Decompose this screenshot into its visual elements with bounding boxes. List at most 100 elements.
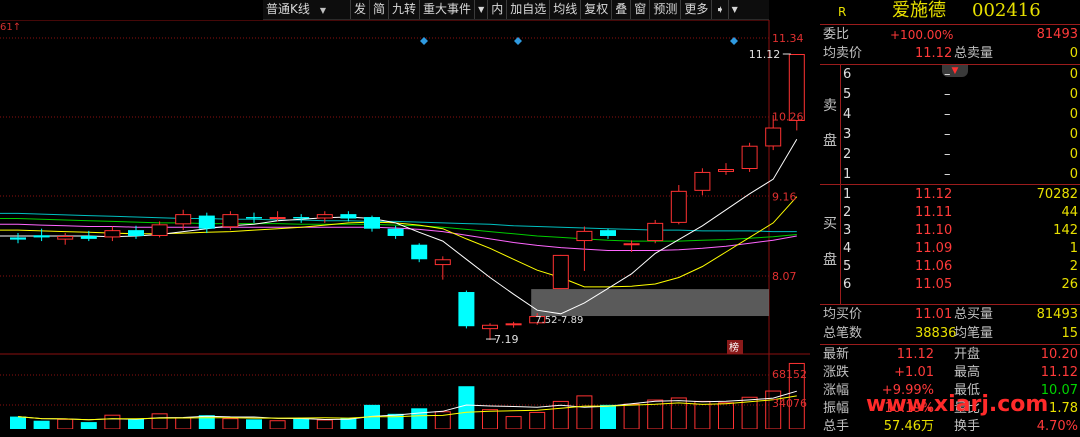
candle-body — [576, 230, 593, 242]
volume-bar — [222, 418, 239, 429]
order-price: – — [944, 167, 951, 182]
sell-order-row[interactable]: 3 – 0 — [820, 125, 1080, 145]
volume-ma-10-line — [17, 395, 797, 421]
quote-label: 涨幅 — [823, 383, 850, 398]
toolbar-dropdown-icon[interactable]: ▼ — [729, 0, 741, 19]
volume-bar — [694, 400, 711, 429]
candle-body — [10, 237, 26, 240]
order-volume: 44 — [1061, 205, 1078, 220]
toolbar-button-nei[interactable]: 内 — [488, 0, 508, 19]
quote-value: +1.01 — [894, 365, 934, 380]
volume-bar — [175, 417, 192, 429]
kline-chart[interactable]: 11.34 10.26 9.16 8.07 68152 34076 11.12 7.19 7.… — [0, 20, 810, 429]
avg-buy-label: 均买价 — [823, 307, 863, 322]
volume-bar — [623, 403, 640, 429]
order-volume: 0 — [1069, 87, 1078, 102]
toolbar-button-add-watchlist[interactable]: 加自选 — [507, 0, 551, 19]
sell-order-row[interactable]: 2 – 0 — [820, 145, 1080, 165]
candle-body — [57, 235, 74, 240]
toolbar-button-overlay[interactable]: 叠 — [612, 0, 632, 19]
candle — [198, 212, 215, 234]
candle — [10, 233, 26, 244]
price-tick-label: 9.16 — [772, 191, 797, 204]
sell-order-row[interactable]: 5 – 0 — [820, 85, 1080, 105]
volume-bar — [269, 420, 286, 429]
candle-body — [80, 235, 97, 239]
support-zone — [531, 289, 769, 317]
candle-body — [694, 171, 711, 191]
volume-bar — [505, 416, 522, 429]
low-price-label: 7.19 — [494, 333, 519, 346]
order-price: – — [944, 67, 951, 82]
avg-buy-value: 11.01 — [915, 307, 953, 322]
quote-value-2: 11.12 — [1040, 365, 1078, 380]
order-level: 2 — [843, 205, 852, 220]
volume-bar — [482, 409, 498, 429]
total-trades-label: 总笔数 — [823, 326, 863, 341]
moving-average-lines — [0, 138, 798, 315]
volume-bar — [104, 414, 121, 429]
volume-bar — [576, 395, 593, 429]
kline-type-dropdown[interactable]: 普通K线 ▼ — [263, 0, 351, 19]
toolbar-button-jian[interactable]: 简 — [370, 0, 390, 19]
candle-body — [552, 254, 569, 290]
toolbar-button-more[interactable]: 更多 — [681, 0, 713, 19]
weicha-value: 81493 — [1036, 27, 1078, 42]
order-level: 6 — [843, 277, 852, 292]
candle — [246, 212, 262, 223]
toolbar-button-adjust[interactable]: 复权 — [581, 0, 613, 19]
total-trades-value: 38836 — [915, 326, 957, 341]
toolbar-button-forecast[interactable]: 预测 — [650, 0, 682, 19]
volume-tick-label: 34076 — [772, 397, 807, 410]
volume-bar — [600, 404, 616, 429]
candle-body — [387, 228, 404, 236]
candle — [600, 228, 616, 239]
volume-tick-label: 68152 — [772, 368, 807, 381]
chart-grid — [0, 20, 810, 429]
candle-body — [411, 244, 428, 260]
price-tick-label: 11.34 — [772, 32, 804, 45]
candle — [434, 256, 451, 280]
total-sell-value: 0 — [1069, 46, 1078, 61]
toolbar-button-fa[interactable]: 发 — [351, 0, 371, 19]
toolbar-button-major-events[interactable]: 重大事件 — [420, 0, 476, 19]
buy-order-row[interactable]: 3 11.10 142 — [820, 221, 1080, 241]
candle — [104, 226, 121, 242]
quote-label: 振幅 — [823, 401, 850, 416]
buy-order-row[interactable]: 5 11.06 2 — [820, 257, 1080, 277]
stock-code: 002416 — [972, 0, 1041, 21]
quote-row: 最新 11.12 开盘 10.20 — [820, 345, 1080, 365]
sell-order-row[interactable]: 1 – 0 — [820, 165, 1080, 185]
sell-order-row[interactable]: 6 – 0 — [820, 65, 1080, 85]
order-price: 11.06 — [915, 259, 953, 274]
sell-order-row[interactable]: 4 – 0 — [820, 105, 1080, 125]
candle-body — [670, 190, 687, 223]
event-marker-icon — [514, 37, 522, 45]
order-price: – — [944, 127, 951, 142]
weibi-row: 委比 +100.00% 81493 — [820, 25, 1080, 45]
toolbar-button-jiuzhuan[interactable]: 九转 — [389, 0, 421, 19]
candle — [364, 215, 380, 232]
volume-bar — [293, 418, 310, 429]
total-buy-value: 81493 — [1036, 307, 1078, 322]
expand-panel-icon[interactable]: ➧ — [712, 0, 729, 19]
candle-body — [293, 217, 310, 219]
buy-order-row[interactable]: 1 11.12 70282 — [820, 185, 1080, 205]
toolbar-button-ma[interactable]: 均线 — [550, 0, 582, 19]
order-level: 4 — [843, 241, 852, 256]
major-events-dropdown-icon[interactable]: ▼ — [475, 0, 489, 19]
buy-order-row[interactable]: 6 11.05 26 — [820, 275, 1080, 295]
rank-badge: 榜 — [729, 341, 739, 354]
order-volume: 1 — [1069, 241, 1078, 256]
quote-value: 11.12 — [896, 347, 934, 362]
candle-body — [623, 243, 640, 246]
toolbar-button-window[interactable]: 窗 — [631, 0, 651, 19]
avg-trade-value: 15 — [1061, 326, 1078, 341]
buy-order-row[interactable]: 2 11.11 44 — [820, 203, 1080, 223]
avg-sell-row: 均卖价 11.12 总卖量 0 — [820, 44, 1080, 64]
order-volume: 0 — [1069, 167, 1078, 182]
volume-bar — [151, 413, 168, 429]
buy-order-row[interactable]: 4 11.09 1 — [820, 239, 1080, 259]
candle — [647, 219, 664, 244]
order-price: – — [944, 87, 951, 102]
